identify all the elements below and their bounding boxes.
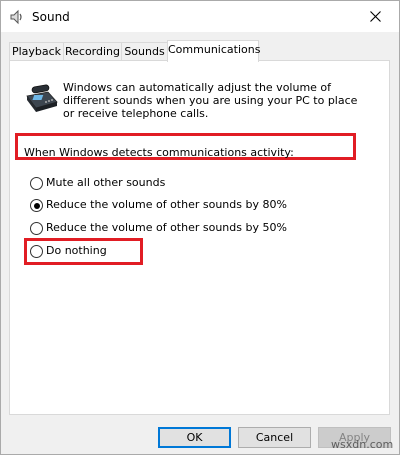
radio-label: Reduce the volume of other sounds by 50% [46, 221, 287, 234]
radio-button[interactable] [30, 199, 43, 212]
radio-label: Reduce the volume of other sounds by 80% [46, 198, 287, 211]
title-bar: Sound [1, 1, 399, 32]
watermark: wsxdn.com [331, 438, 394, 451]
radio-label: Do nothing [46, 244, 107, 257]
tab-recording[interactable]: Recording [63, 42, 122, 61]
group-label: When Windows detects communications acti… [24, 146, 294, 159]
sound-dialog: Sound Playback Recording Sounds Communic… [0, 0, 400, 455]
description-text: Windows can automatically adjust the vol… [63, 81, 358, 120]
radio-button[interactable] [30, 222, 43, 235]
window-title: Sound [32, 10, 70, 24]
radio-button[interactable] [30, 245, 43, 258]
telephone-icon [24, 82, 60, 112]
tab-sounds[interactable]: Sounds [121, 42, 168, 61]
ok-button[interactable]: OK [158, 427, 231, 448]
tab-communications[interactable]: Communications [167, 40, 260, 62]
close-button[interactable] [353, 1, 399, 32]
radio-label: Mute all other sounds [46, 176, 166, 189]
tab-strip: Playback Recording Sounds Communications [9, 40, 393, 62]
cancel-button[interactable]: Cancel [238, 427, 311, 448]
close-icon [370, 11, 381, 22]
communications-panel: Windows can automatically adjust the vol… [9, 60, 390, 415]
tab-playback[interactable]: Playback [9, 42, 64, 61]
speaker-icon [9, 9, 25, 25]
radio-button[interactable] [30, 177, 43, 190]
